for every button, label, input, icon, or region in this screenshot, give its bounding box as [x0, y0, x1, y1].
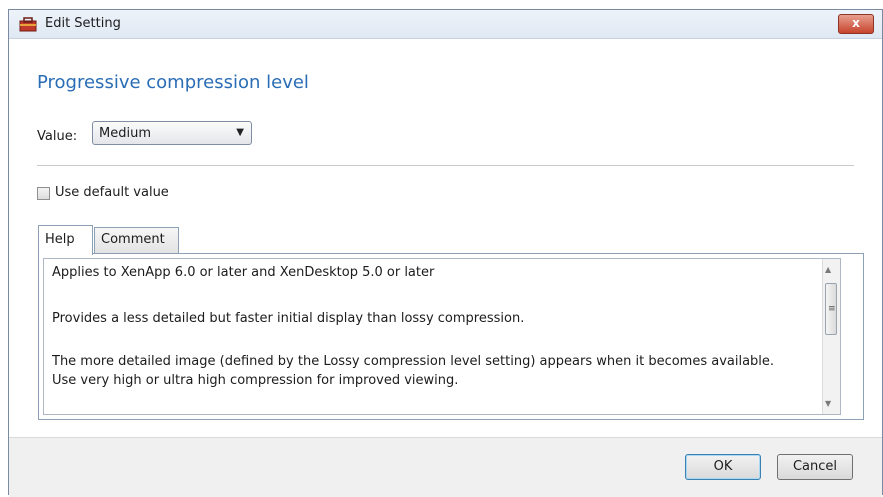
scroll-up-arrow-icon[interactable]: ▲ [825, 265, 831, 274]
help-text-box[interactable]: Applies to XenApp 6.0 or later and XenDe… [43, 258, 841, 415]
scroll-thumb[interactable]: ≡ [825, 283, 837, 335]
scroll-down-arrow-icon[interactable]: ▼ [825, 399, 831, 408]
dialog-footer: OK Cancel [9, 437, 882, 497]
close-button[interactable]: x [838, 14, 874, 34]
help-paragraph: Applies to XenApp 6.0 or later and XenDe… [52, 265, 435, 280]
close-icon: x [852, 16, 860, 30]
cancel-button[interactable]: Cancel [777, 454, 853, 480]
grip-icon: ≡ [828, 304, 836, 314]
divider [37, 165, 854, 166]
setting-heading: Progressive compression level [37, 72, 309, 93]
value-dropdown[interactable]: Medium ▼ [92, 121, 252, 145]
help-tab-panel: Applies to XenApp 6.0 or later and XenDe… [38, 253, 864, 420]
help-paragraph: Use very high or ultra high compression … [52, 373, 459, 388]
help-paragraph: Provides a less detailed but faster init… [52, 311, 525, 326]
value-label: Value: [37, 129, 78, 144]
use-default-checkbox[interactable] [37, 187, 50, 200]
ok-button[interactable]: OK [685, 454, 761, 480]
toolbox-icon [19, 16, 37, 32]
chevron-down-icon: ▼ [236, 127, 244, 138]
tab-comment[interactable]: Comment [94, 227, 179, 253]
title-bar[interactable]: Edit Setting x [9, 10, 882, 39]
help-paragraph: The more detailed image (defined by the … [52, 354, 775, 369]
edit-setting-dialog: Edit Setting x Progressive compression l… [8, 9, 883, 497]
value-selected: Medium [99, 126, 151, 141]
use-default-label[interactable]: Use default value [55, 185, 169, 200]
tab-help[interactable]: Help [38, 225, 93, 255]
window-title: Edit Setting [45, 16, 121, 31]
vertical-scrollbar[interactable]: ▲ ≡ ▼ [822, 259, 840, 414]
